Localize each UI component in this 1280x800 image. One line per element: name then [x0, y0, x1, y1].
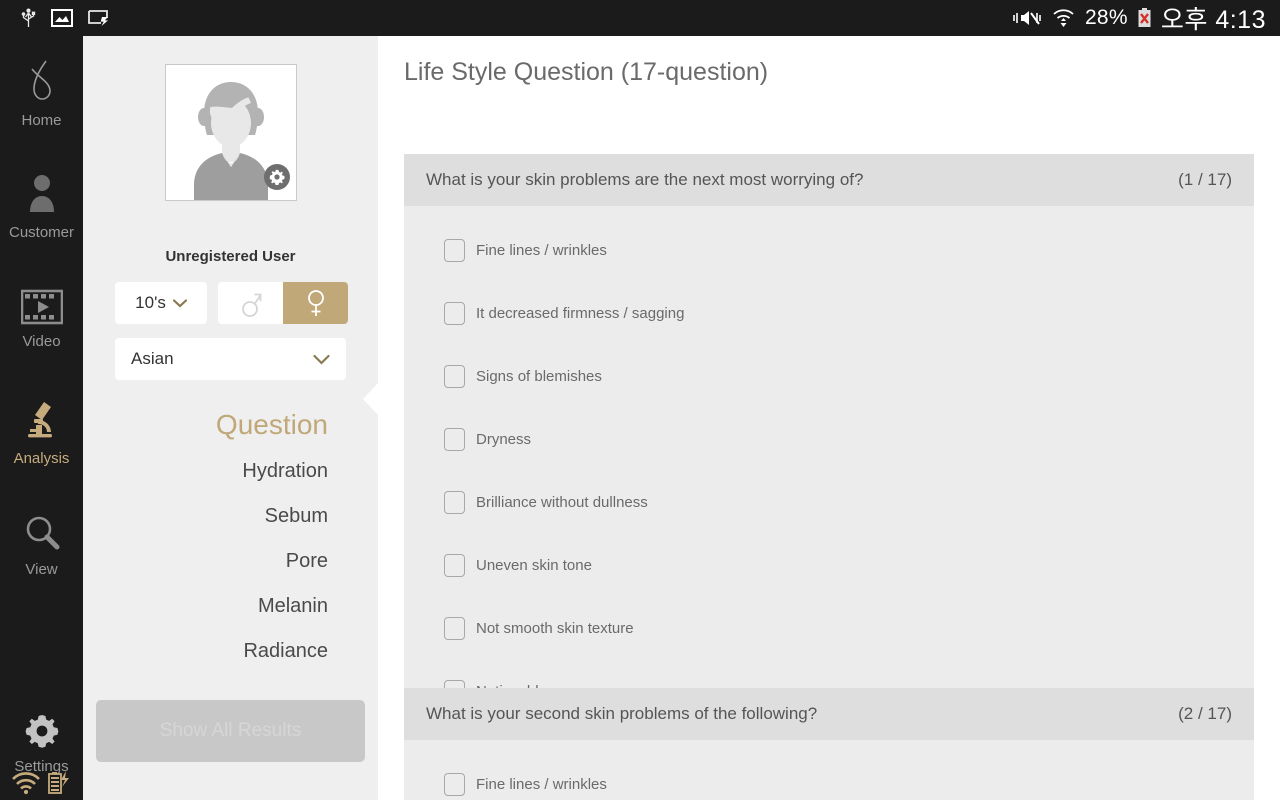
question-block-2: What is your second skin problems of the…: [404, 688, 1254, 800]
magnifier-icon: [23, 513, 61, 553]
avatar-settings-badge[interactable]: [264, 164, 290, 190]
option-row[interactable]: Uneven skin tone: [404, 534, 1254, 597]
app-root: 28% 오후 4:13 Home Customer Video Analysis…: [0, 0, 1280, 800]
status-bar-left-icons: [0, 8, 111, 28]
option-label: Dryness: [476, 431, 532, 448]
page-title: Life Style Question (17-question): [404, 58, 769, 86]
cast-icon: [87, 8, 111, 28]
gender-male-button[interactable]: [218, 282, 283, 324]
ribbon-logo-icon: [24, 58, 60, 104]
menu-heading-question[interactable]: Question: [216, 411, 328, 439]
option-row[interactable]: Not smooth skin texture: [404, 597, 1254, 660]
option-row[interactable]: Signs of blemishes: [404, 345, 1254, 408]
option-checkbox[interactable]: [444, 428, 465, 451]
sidebar-item-label: Analysis: [13, 449, 70, 467]
question-options: Fine lines / wrinkles It decreased firmn…: [404, 206, 1254, 737]
option-label: Brilliance without dullness: [476, 494, 648, 511]
sidebar-item-label: Video: [22, 332, 61, 350]
rail-status-icons: [0, 770, 83, 796]
microscope-icon: [22, 398, 62, 442]
sidebar-item-label: Home: [21, 111, 62, 129]
battery-percent-label: 28%: [1084, 6, 1128, 29]
status-bar-right-icons: 28% 오후 4:13: [1012, 0, 1280, 36]
menu-item-pore[interactable]: Pore: [286, 551, 328, 571]
clock-label: 오후 4:13: [1160, 6, 1266, 34]
option-row[interactable]: It decreased firmness / sagging: [404, 282, 1254, 345]
film-strip-icon: [20, 289, 63, 325]
question-text: What is your second skin problems of the…: [426, 704, 818, 723]
option-row[interactable]: Brilliance without dullness: [404, 471, 1254, 534]
option-label: Fine lines / wrinkles: [476, 776, 607, 793]
option-checkbox[interactable]: [444, 302, 465, 325]
person-icon: [25, 172, 59, 216]
gear-icon: [269, 169, 285, 185]
female-symbol-icon: [307, 290, 324, 316]
menu-item-melanin[interactable]: Melanin: [258, 596, 328, 616]
option-label: Signs of blemishes: [476, 368, 602, 385]
sidebar-item-view[interactable]: View: [0, 488, 83, 601]
profile-panel: Unregistered User 10's Asian Question Hy…: [83, 36, 378, 800]
sidebar-item-customer[interactable]: Customer: [0, 149, 83, 262]
ethnicity-select-value: Asian: [131, 349, 174, 368]
wifi-status-icon: [11, 771, 41, 795]
option-checkbox[interactable]: [444, 491, 465, 514]
battery-error-icon: [1137, 7, 1152, 29]
gender-female-button[interactable]: [283, 282, 348, 324]
male-symbol-icon: [241, 293, 261, 317]
option-checkbox[interactable]: [444, 554, 465, 577]
option-checkbox[interactable]: [444, 617, 465, 640]
gear-icon: [23, 712, 61, 750]
chevron-down-icon: [313, 354, 330, 365]
question-header: What is your skin problems are the next …: [404, 154, 1254, 206]
status-bar: 28% 오후 4:13: [0, 0, 1280, 36]
option-label: It decreased firmness / sagging: [476, 305, 685, 322]
question-counter: (1 / 17): [1178, 170, 1232, 189]
menu-item-hydration[interactable]: Hydration: [242, 461, 328, 481]
usb-icon: [20, 8, 37, 28]
question-text: What is your skin problems are the next …: [426, 170, 864, 189]
sidebar-item-analysis[interactable]: Analysis: [0, 375, 83, 488]
question-content-panel: Life Style Question (17-question) What i…: [378, 36, 1280, 800]
ethnicity-select[interactable]: Asian: [115, 338, 346, 380]
vibrate-mute-icon: [1012, 7, 1042, 29]
sidebar-item-label: View: [25, 560, 58, 578]
option-checkbox[interactable]: [444, 365, 465, 388]
show-all-results-button[interactable]: Show All Results: [96, 700, 365, 762]
chevron-down-icon: [172, 298, 187, 308]
nav-rail: Home Customer Video Analysis View Settin…: [0, 36, 83, 800]
battery-charging-icon: [46, 770, 72, 796]
option-label: Uneven skin tone: [476, 557, 592, 574]
question-header: What is your second skin problems of the…: [404, 688, 1254, 740]
wifi-icon: [1051, 7, 1076, 29]
option-row[interactable]: Fine lines / wrinkles: [404, 753, 1254, 800]
avatar[interactable]: [165, 64, 297, 201]
gender-toggle-group: [218, 282, 348, 324]
option-checkbox[interactable]: [444, 773, 465, 796]
profile-controls-row: 10's: [115, 282, 348, 324]
option-label: Not smooth skin texture: [476, 620, 634, 637]
analysis-menu: Question Hydration Sebum Pore Melanin Ra…: [83, 411, 378, 662]
question-options: Fine lines / wrinkles: [404, 740, 1254, 800]
screenshot-icon: [51, 8, 73, 28]
sidebar-item-home[interactable]: Home: [0, 36, 83, 149]
user-name-label: Unregistered User: [165, 248, 296, 265]
option-checkbox[interactable]: [444, 239, 465, 262]
menu-item-radiance[interactable]: Radiance: [243, 641, 328, 661]
age-select[interactable]: 10's: [115, 282, 207, 324]
menu-item-sebum[interactable]: Sebum: [265, 506, 328, 526]
sidebar-item-video[interactable]: Video: [0, 262, 83, 375]
question-block-1: What is your skin problems are the next …: [404, 154, 1254, 737]
option-label: Fine lines / wrinkles: [476, 242, 607, 259]
option-row[interactable]: Fine lines / wrinkles: [404, 219, 1254, 282]
sidebar-item-label: Customer: [8, 223, 75, 241]
question-counter: (2 / 17): [1178, 704, 1232, 723]
option-row[interactable]: Dryness: [404, 408, 1254, 471]
age-select-value: 10's: [135, 293, 166, 312]
